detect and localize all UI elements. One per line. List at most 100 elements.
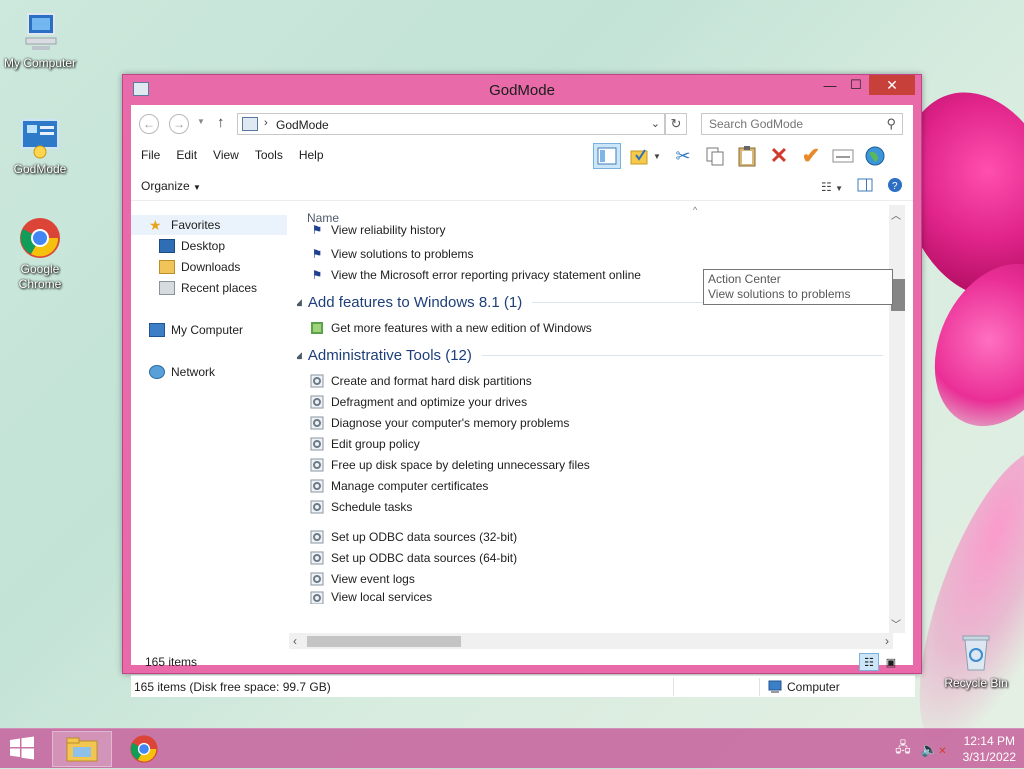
scrollbar-thumb[interactable] xyxy=(891,279,905,311)
flag-icon: ⚑ xyxy=(311,268,323,282)
list-item[interactable]: Diagnose your computer's memory problems xyxy=(309,413,569,433)
flag-icon: ⚑ xyxy=(311,247,323,261)
search-box[interactable]: ⚲ xyxy=(701,113,903,135)
close-button[interactable]: ✕ xyxy=(869,75,915,95)
collapse-triangle-icon[interactable]: ◢ xyxy=(297,350,302,361)
recent-places-icon xyxy=(159,281,175,295)
search-icon[interactable]: ⚲ xyxy=(886,116,896,132)
large-icons-view-button[interactable]: ▣ xyxy=(881,653,901,671)
group-header-administrative-tools[interactable]: ◢ Administrative Tools (12) xyxy=(297,344,891,366)
horizontal-scrollbar[interactable]: ‹ › xyxy=(289,633,893,649)
nav-downloads[interactable]: Downloads xyxy=(159,257,240,277)
help-icon: ? xyxy=(888,178,902,192)
menu-view[interactable]: View xyxy=(205,148,247,162)
nav-label: Favorites xyxy=(171,218,221,232)
scroll-right-arrow-icon[interactable]: › xyxy=(885,634,889,648)
forward-arrow-icon: → xyxy=(173,117,185,131)
title-bar[interactable]: GodMode — ☐ ✕ xyxy=(123,75,921,105)
list-item[interactable]: Set up ODBC data sources (64-bit) xyxy=(309,548,517,568)
preview-pane-toggle[interactable] xyxy=(857,178,873,195)
properties-button[interactable] xyxy=(829,143,857,169)
change-view-button[interactable]: ☷ ▼ xyxy=(821,180,843,194)
scissors-icon: ✂ xyxy=(675,145,691,166)
back-button[interactable]: ← xyxy=(139,114,159,134)
windows-feature-icon xyxy=(309,320,325,336)
delete-button[interactable]: ✕ xyxy=(765,143,793,169)
list-item[interactable]: View event logs xyxy=(309,569,415,589)
forward-button[interactable]: → xyxy=(169,114,189,134)
cut-button[interactable]: ✂ xyxy=(669,143,697,169)
recent-locations-dropdown[interactable]: ▼ xyxy=(197,117,205,126)
nav-desktop[interactable]: Desktop xyxy=(159,236,225,256)
taskbar: 🖧 🔈✕ 12:14 PM 3/31/2022 xyxy=(0,728,1024,768)
copy-button[interactable] xyxy=(701,143,729,169)
menu-tools[interactable]: Tools xyxy=(247,148,291,162)
list-item[interactable]: Manage computer certificates xyxy=(309,476,488,496)
folder-options-button[interactable]: ▼ xyxy=(625,143,665,169)
search-input[interactable] xyxy=(702,114,872,134)
nav-network[interactable]: Network xyxy=(149,362,215,382)
dropdown-arrow-icon: ▼ xyxy=(835,183,843,193)
tooltip-text: View solutions to problems xyxy=(708,287,851,301)
nav-recent-places[interactable]: Recent places xyxy=(159,278,257,298)
globe-icon xyxy=(865,146,885,166)
start-button[interactable] xyxy=(8,736,40,762)
status-bar: 165 items (Disk free space: 99.7 GB) Com… xyxy=(131,675,915,697)
scroll-down-arrow-icon[interactable]: ﹀ xyxy=(891,616,901,631)
list-item[interactable]: View local services xyxy=(309,590,432,604)
list-item[interactable]: Free up disk space by deleting unnecessa… xyxy=(309,455,590,475)
paste-button[interactable] xyxy=(733,143,761,169)
help-button[interactable]: ? xyxy=(887,177,903,196)
collapse-triangle-icon[interactable]: ◢ xyxy=(297,297,302,308)
nav-favorites[interactable]: ★ Favorites xyxy=(131,215,287,235)
globe-button[interactable] xyxy=(861,143,889,169)
taskbar-google-chrome[interactable] xyxy=(114,731,174,767)
scroll-up-arrow-icon[interactable]: ︿ xyxy=(891,207,901,222)
copy-icon xyxy=(706,147,724,166)
address-dropdown-icon[interactable]: ⌄ xyxy=(651,117,660,130)
nav-my-computer[interactable]: My Computer xyxy=(149,320,243,340)
up-button[interactable]: ↑ xyxy=(217,114,225,131)
scrollbar-thumb[interactable] xyxy=(307,636,461,647)
list-item[interactable]: Create and format hard disk partitions xyxy=(309,371,532,391)
list-item[interactable]: Set up ODBC data sources (32-bit) xyxy=(309,527,517,547)
desktop-icon-recycle-bin[interactable]: Recycle Bin xyxy=(936,630,1016,691)
clock-time: 12:14 PM xyxy=(963,734,1015,748)
taskbar-file-explorer[interactable] xyxy=(52,731,112,767)
refresh-button[interactable]: ↻ xyxy=(665,113,687,135)
list-item[interactable]: ⚑ View reliability history xyxy=(309,223,446,237)
list-item[interactable]: Schedule tasks xyxy=(309,497,412,517)
desktop-icon-label: My Computer xyxy=(3,56,77,70)
admin-tool-icon xyxy=(309,373,325,389)
apply-button[interactable]: ✔ xyxy=(797,143,825,169)
desktop-icon-godmode[interactable]: GodMode xyxy=(0,116,80,177)
network-status-icon[interactable]: 🖧 xyxy=(895,737,911,761)
minimize-button[interactable]: — xyxy=(817,75,843,95)
windows-logo-icon xyxy=(10,736,34,760)
star-icon: ★ xyxy=(149,217,162,233)
desktop-icon-google-chrome[interactable]: Google Chrome xyxy=(0,216,80,292)
organize-button[interactable]: Organize ▼ xyxy=(141,179,201,193)
list-item[interactable]: Edit group policy xyxy=(309,434,420,454)
tooltip: Action Center View solutions to problems xyxy=(703,269,893,305)
breadcrumb-godmode[interactable]: GodMode xyxy=(276,118,329,132)
clipboard-icon xyxy=(738,146,756,167)
maximize-button[interactable]: ☐ xyxy=(843,75,869,95)
clock[interactable]: 12:14 PM 3/31/2022 xyxy=(963,733,1016,765)
menu-help[interactable]: Help xyxy=(291,148,332,162)
list-item[interactable]: ⚑ View solutions to problems xyxy=(309,244,474,264)
nav-label: Network xyxy=(171,365,216,379)
preview-pane-button[interactable] xyxy=(593,143,621,169)
admin-tool-icon xyxy=(309,571,325,587)
desktop-icon-my-computer[interactable]: My Computer xyxy=(0,10,80,71)
address-bar[interactable]: › GodMode ⌄ xyxy=(237,113,665,135)
menu-edit[interactable]: Edit xyxy=(168,148,205,162)
scroll-left-arrow-icon[interactable]: ‹ xyxy=(293,634,297,648)
menu-file[interactable]: File xyxy=(133,148,168,162)
control-panel-icon xyxy=(18,116,62,160)
list-item[interactable]: Defragment and optimize your drives xyxy=(309,392,527,412)
list-item[interactable]: Get more features with a new edition of … xyxy=(309,318,592,338)
list-item[interactable]: ⚑ View the Microsoft error reporting priv… xyxy=(309,265,641,285)
volume-muted-icon[interactable]: 🔈✕ xyxy=(921,741,947,758)
details-view-button[interactable]: ☷ xyxy=(859,653,879,671)
